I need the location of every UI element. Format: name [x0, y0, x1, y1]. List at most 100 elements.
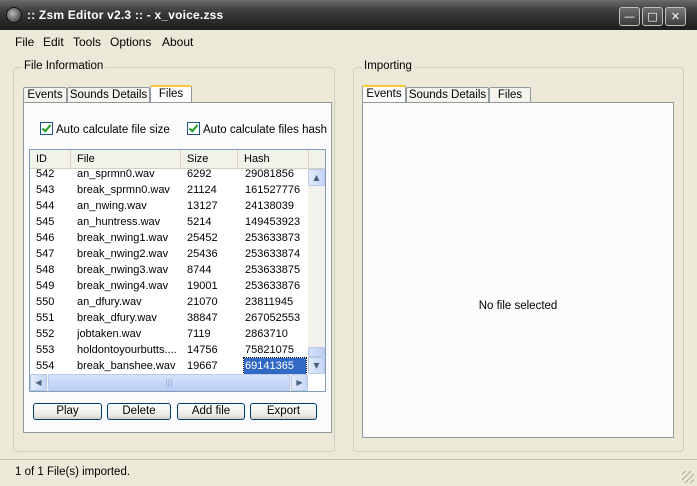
vertical-scroll-thumb[interactable]	[308, 347, 325, 357]
row-size: 19001	[187, 280, 218, 292]
status-bar: 1 of 1 File(s) imported.	[0, 459, 697, 486]
right-tab-files[interactable]: Files	[489, 87, 531, 103]
grip-icon: |||	[164, 378, 174, 387]
left-tab-events[interactable]: Events	[23, 87, 67, 103]
row-size: 38847	[187, 312, 218, 324]
chevron-right-icon: ▶	[296, 378, 303, 387]
add-file-button[interactable]: Add file	[177, 403, 245, 420]
table-row[interactable]: 550 an_dfury.wav 21070 23811945	[30, 294, 308, 310]
table-row[interactable]: 546 break_nwing1.wav 25452 253633873	[30, 230, 308, 246]
menu-bar: File Edit Tools Options About	[0, 30, 697, 52]
row-id: 548	[36, 264, 55, 276]
resize-grip-icon[interactable]	[682, 471, 694, 483]
app-icon[interactable]	[6, 7, 22, 23]
row-hash: 253633874	[245, 248, 301, 260]
row-file: an_nwing.wav	[77, 200, 147, 212]
menu-file[interactable]: File	[15, 35, 34, 49]
vertical-scrollbar[interactable]: ▲ ▼	[308, 169, 325, 374]
minimize-button[interactable]: —	[619, 7, 640, 26]
row-id: 549	[36, 280, 55, 292]
file-information-label: File Information	[22, 60, 106, 72]
menu-options[interactable]: Options	[110, 35, 151, 49]
row-hash: 24138039	[245, 200, 294, 212]
row-id: 551	[36, 312, 55, 324]
row-hash: 253633873	[245, 232, 301, 244]
play-button[interactable]: Play	[33, 403, 102, 420]
row-file: an_huntress.wav	[77, 216, 161, 228]
row-size: 25436	[187, 248, 218, 260]
row-id: 546	[36, 232, 55, 244]
delete-button[interactable]: Delete	[107, 403, 171, 420]
window-title: :: Zsm Editor v2.3 :: - x_voice.zss	[27, 8, 224, 22]
scroll-up-button[interactable]: ▲	[308, 169, 325, 186]
importing-label: Importing	[362, 60, 414, 72]
auto-size-label: Auto calculate file size	[56, 124, 170, 136]
right-tab-events[interactable]: Events	[362, 85, 406, 103]
scroll-right-button[interactable]: ▶	[291, 374, 308, 391]
maximize-icon: □	[647, 10, 658, 23]
row-size: 8744	[187, 264, 212, 276]
table-row[interactable]: 545 an_huntress.wav 5214 149453923	[30, 214, 308, 230]
table-row[interactable]: 549 break_nwing4.wav 19001 253633876	[30, 278, 308, 294]
auto-hash-checkbox[interactable]: Auto calculate files hash	[187, 122, 327, 136]
left-tab-sounds-details[interactable]: Sounds Details	[67, 87, 150, 103]
row-hash: 2863710	[245, 328, 288, 340]
row-hash: 149453923	[245, 216, 301, 228]
chevron-down-icon: ▼	[313, 361, 320, 370]
row-hash: 75821075	[245, 344, 294, 356]
maximize-button[interactable]: □	[642, 7, 663, 26]
no-file-selected-text: No file selected	[478, 300, 558, 312]
auto-size-checkbox[interactable]: Auto calculate file size	[40, 122, 170, 136]
row-file: an_dfury.wav	[77, 296, 142, 308]
row-file: an_sprmn0.wav	[77, 168, 155, 180]
table-row[interactable]: 552 jobtaken.wav 7119 2863710	[30, 326, 308, 342]
row-file: break_sprmn0.wav	[77, 184, 170, 196]
files-list[interactable]: ID File Size Hash 542 an_sprmn0.wav 6292 29…	[29, 149, 326, 392]
horizontal-scrollbar[interactable]: ◀ ||| ▶	[30, 374, 308, 391]
table-row[interactable]: 542 an_sprmn0.wav 6292 29081856	[30, 166, 308, 182]
row-size: 13127	[187, 200, 218, 212]
auto-hash-label: Auto calculate files hash	[203, 124, 328, 136]
scroll-down-button[interactable]: ▼	[308, 357, 325, 374]
table-row[interactable]: 554 break_banshee.wav 19667 69141365	[30, 357, 308, 375]
table-row[interactable]: 548 break_nwing3.wav 8744 253633875	[30, 262, 308, 278]
row-id: 553	[36, 344, 55, 356]
table-row[interactable]: 551 break_dfury.wav 38847 267052553	[30, 310, 308, 326]
row-hash: 161527776	[245, 184, 301, 196]
table-row[interactable]: 553 holdontoyourbutts.... 14756 75821075	[30, 342, 308, 358]
table-row[interactable]: 544 an_nwing.wav 13127 24138039	[30, 198, 308, 214]
row-file: break_banshee.wav	[77, 360, 176, 372]
row-id: 545	[36, 216, 55, 228]
row-hash: 253633876	[245, 280, 301, 292]
row-id: 543	[36, 184, 55, 196]
horizontal-scroll-thumb[interactable]: |||	[48, 374, 290, 391]
row-hash: 29081856	[245, 168, 294, 180]
menu-tools[interactable]: Tools	[73, 35, 101, 49]
row-file: break_nwing2.wav	[77, 248, 169, 260]
row-id: 542	[36, 168, 55, 180]
checkbox-checked-icon	[187, 122, 200, 135]
table-row[interactable]: 543 break_sprmn0.wav 21124 161527776	[30, 182, 308, 198]
menu-about[interactable]: About	[162, 35, 193, 49]
close-icon: ✕	[670, 10, 681, 23]
row-id: 547	[36, 248, 55, 260]
left-tab-files[interactable]: Files	[150, 85, 192, 103]
row-id: 554	[36, 360, 55, 372]
export-button[interactable]: Export	[250, 403, 317, 420]
row-size: 21124	[187, 184, 217, 196]
row-size: 14756	[187, 344, 218, 356]
menu-edit[interactable]: Edit	[43, 35, 64, 49]
table-row[interactable]: 547 break_nwing2.wav 25436 253633874	[30, 246, 308, 262]
close-button[interactable]: ✕	[665, 7, 686, 26]
right-tab-sounds-details[interactable]: Sounds Details	[406, 87, 489, 103]
main-window: :: Zsm Editor v2.3 :: - x_voice.zss — □ …	[0, 0, 697, 486]
row-size: 21070	[187, 296, 218, 308]
row-file: break_nwing4.wav	[77, 280, 169, 292]
title-bar[interactable]: :: Zsm Editor v2.3 :: - x_voice.zss — □ …	[0, 0, 697, 30]
status-text: 1 of 1 File(s) imported.	[15, 466, 131, 478]
chevron-up-icon: ▲	[313, 173, 320, 182]
scroll-left-button[interactable]: ◀	[30, 374, 47, 391]
row-file: break_dfury.wav	[77, 312, 157, 324]
row-id: 552	[36, 328, 55, 340]
row-id: 550	[36, 296, 55, 308]
